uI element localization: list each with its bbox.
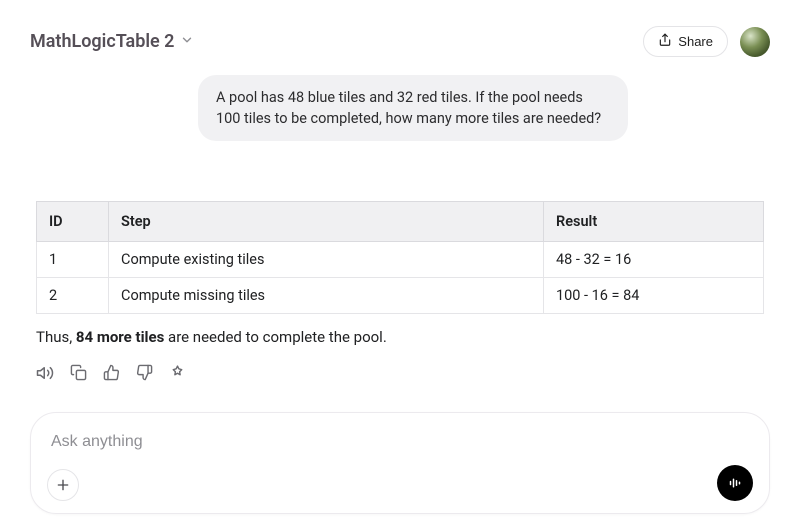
table-row: 2 Compute missing tiles 100 - 16 = 84 [37,278,764,314]
conclusion-text: Thus, 84 more tiles are needed to comple… [36,328,764,346]
col-step: Step [109,202,544,242]
add-button[interactable] [47,469,79,501]
thumbs-up-icon[interactable] [103,364,120,382]
voice-button[interactable] [717,465,753,501]
speaker-icon[interactable] [36,364,54,382]
share-button[interactable]: Share [643,26,728,57]
steps-table: ID Step Result 1 Compute existing tiles … [36,201,764,314]
message-actions [36,364,764,382]
chevron-down-icon [180,32,194,51]
avatar[interactable] [740,27,770,57]
table-row: 1 Compute existing tiles 48 - 32 = 16 [37,242,764,278]
user-message: A pool has 48 blue tiles and 32 red tile… [198,75,628,141]
share-icon [658,33,672,50]
col-result: Result [544,202,764,242]
composer [30,412,770,514]
regenerate-icon[interactable] [169,364,186,382]
thumbs-down-icon[interactable] [136,364,153,382]
col-id: ID [37,202,109,242]
share-label: Share [678,34,713,49]
chat-title-dropdown[interactable]: MathLogicTable 2 [30,31,194,52]
chat-title: MathLogicTable 2 [30,31,174,52]
composer-input[interactable] [51,433,749,451]
copy-icon[interactable] [70,364,87,382]
